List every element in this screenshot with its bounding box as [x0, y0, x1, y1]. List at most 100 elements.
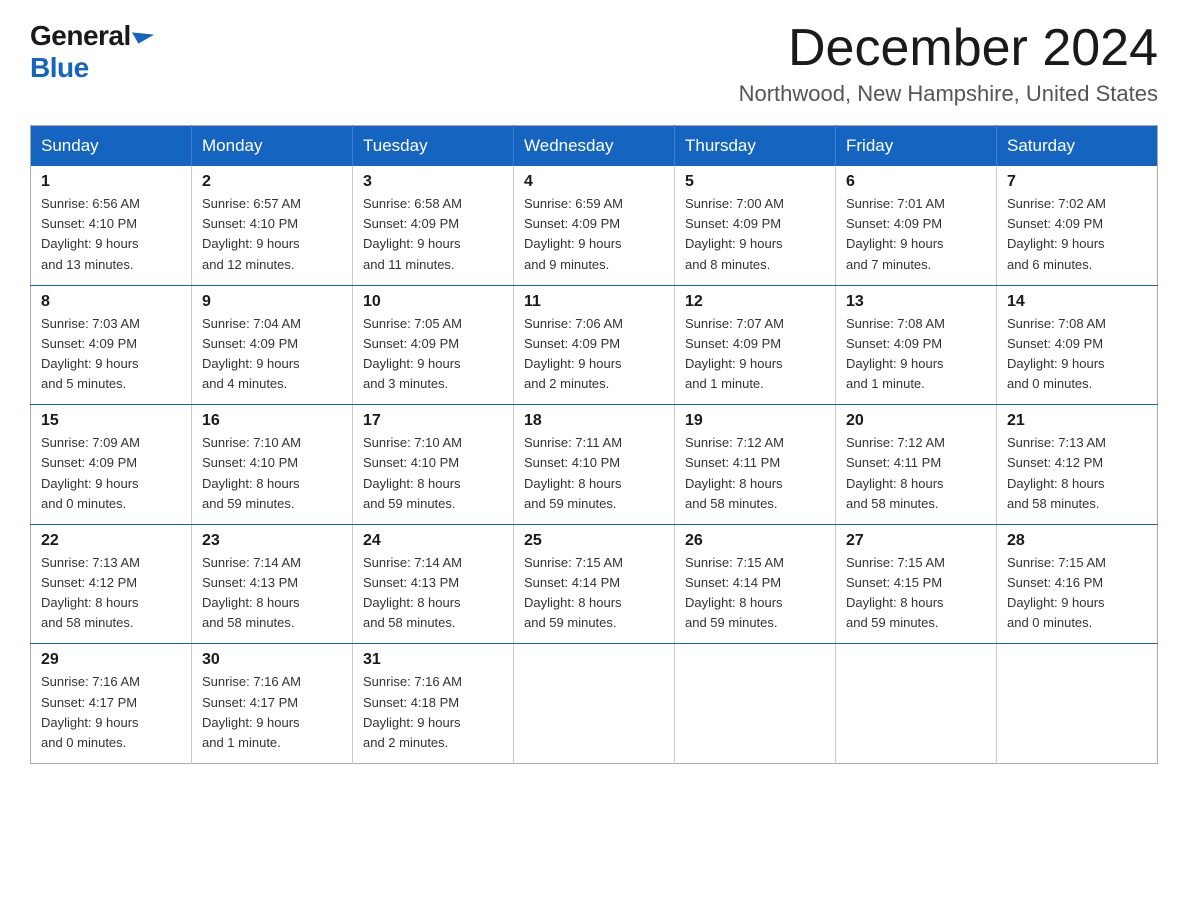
calendar-cell: 1 Sunrise: 6:56 AMSunset: 4:10 PMDayligh…: [31, 166, 192, 285]
day-number: 5: [685, 173, 825, 191]
logo-blue-text: Blue: [30, 52, 89, 84]
day-info: Sunrise: 7:13 AMSunset: 4:12 PMDaylight:…: [41, 553, 181, 634]
calendar-cell: 4 Sunrise: 6:59 AMSunset: 4:09 PMDayligh…: [514, 166, 675, 285]
day-number: 20: [846, 412, 986, 430]
day-number: 18: [524, 412, 664, 430]
day-number: 14: [1007, 293, 1147, 311]
day-info: Sunrise: 7:15 AMSunset: 4:14 PMDaylight:…: [685, 553, 825, 634]
week-row-4: 22 Sunrise: 7:13 AMSunset: 4:12 PMDaylig…: [31, 524, 1158, 644]
day-info: Sunrise: 7:03 AMSunset: 4:09 PMDaylight:…: [41, 314, 181, 395]
calendar-cell: 23 Sunrise: 7:14 AMSunset: 4:13 PMDaylig…: [192, 524, 353, 644]
calendar-table: SundayMondayTuesdayWednesdayThursdayFrid…: [30, 125, 1158, 764]
header-sunday: Sunday: [31, 126, 192, 167]
day-info: Sunrise: 7:02 AMSunset: 4:09 PMDaylight:…: [1007, 194, 1147, 275]
day-info: Sunrise: 7:00 AMSunset: 4:09 PMDaylight:…: [685, 194, 825, 275]
day-number: 15: [41, 412, 181, 430]
day-info: Sunrise: 6:59 AMSunset: 4:09 PMDaylight:…: [524, 194, 664, 275]
day-number: 25: [524, 532, 664, 550]
day-number: 30: [202, 651, 342, 669]
logo: General Blue: [30, 20, 152, 84]
calendar-cell: 26 Sunrise: 7:15 AMSunset: 4:14 PMDaylig…: [675, 524, 836, 644]
calendar-header: SundayMondayTuesdayWednesdayThursdayFrid…: [31, 126, 1158, 167]
day-info: Sunrise: 7:13 AMSunset: 4:12 PMDaylight:…: [1007, 433, 1147, 514]
week-row-2: 8 Sunrise: 7:03 AMSunset: 4:09 PMDayligh…: [31, 285, 1158, 405]
header-wednesday: Wednesday: [514, 126, 675, 167]
calendar-cell: 19 Sunrise: 7:12 AMSunset: 4:11 PMDaylig…: [675, 405, 836, 525]
day-number: 26: [685, 532, 825, 550]
calendar-cell: 16 Sunrise: 7:10 AMSunset: 4:10 PMDaylig…: [192, 405, 353, 525]
day-number: 29: [41, 651, 181, 669]
week-row-1: 1 Sunrise: 6:56 AMSunset: 4:10 PMDayligh…: [31, 166, 1158, 285]
header-saturday: Saturday: [997, 126, 1158, 167]
calendar-cell: [836, 644, 997, 764]
logo-general-text: General: [30, 20, 131, 52]
day-info: Sunrise: 7:14 AMSunset: 4:13 PMDaylight:…: [202, 553, 342, 634]
day-info: Sunrise: 7:10 AMSunset: 4:10 PMDaylight:…: [202, 433, 342, 514]
calendar-cell: 29 Sunrise: 7:16 AMSunset: 4:17 PMDaylig…: [31, 644, 192, 764]
day-number: 13: [846, 293, 986, 311]
header-row: SundayMondayTuesdayWednesdayThursdayFrid…: [31, 126, 1158, 167]
day-info: Sunrise: 7:16 AMSunset: 4:17 PMDaylight:…: [41, 672, 181, 753]
day-info: Sunrise: 7:11 AMSunset: 4:10 PMDaylight:…: [524, 433, 664, 514]
calendar-cell: 5 Sunrise: 7:00 AMSunset: 4:09 PMDayligh…: [675, 166, 836, 285]
day-number: 3: [363, 173, 503, 191]
calendar-cell: 21 Sunrise: 7:13 AMSunset: 4:12 PMDaylig…: [997, 405, 1158, 525]
day-info: Sunrise: 7:01 AMSunset: 4:09 PMDaylight:…: [846, 194, 986, 275]
day-number: 6: [846, 173, 986, 191]
day-number: 27: [846, 532, 986, 550]
calendar-cell: 8 Sunrise: 7:03 AMSunset: 4:09 PMDayligh…: [31, 285, 192, 405]
day-info: Sunrise: 7:16 AMSunset: 4:18 PMDaylight:…: [363, 672, 503, 753]
day-number: 19: [685, 412, 825, 430]
day-info: Sunrise: 7:10 AMSunset: 4:10 PMDaylight:…: [363, 433, 503, 514]
header-monday: Monday: [192, 126, 353, 167]
calendar-cell: 11 Sunrise: 7:06 AMSunset: 4:09 PMDaylig…: [514, 285, 675, 405]
day-info: Sunrise: 7:08 AMSunset: 4:09 PMDaylight:…: [846, 314, 986, 395]
week-row-5: 29 Sunrise: 7:16 AMSunset: 4:17 PMDaylig…: [31, 644, 1158, 764]
day-number: 31: [363, 651, 503, 669]
calendar-cell: 12 Sunrise: 7:07 AMSunset: 4:09 PMDaylig…: [675, 285, 836, 405]
day-info: Sunrise: 7:09 AMSunset: 4:09 PMDaylight:…: [41, 433, 181, 514]
day-number: 2: [202, 173, 342, 191]
day-number: 7: [1007, 173, 1147, 191]
day-number: 12: [685, 293, 825, 311]
calendar-cell: 6 Sunrise: 7:01 AMSunset: 4:09 PMDayligh…: [836, 166, 997, 285]
calendar-cell: 7 Sunrise: 7:02 AMSunset: 4:09 PMDayligh…: [997, 166, 1158, 285]
day-info: Sunrise: 6:56 AMSunset: 4:10 PMDaylight:…: [41, 194, 181, 275]
day-number: 17: [363, 412, 503, 430]
day-number: 11: [524, 293, 664, 311]
day-info: Sunrise: 7:08 AMSunset: 4:09 PMDaylight:…: [1007, 314, 1147, 395]
calendar-cell: 9 Sunrise: 7:04 AMSunset: 4:09 PMDayligh…: [192, 285, 353, 405]
calendar-cell: [514, 644, 675, 764]
day-info: Sunrise: 7:05 AMSunset: 4:09 PMDaylight:…: [363, 314, 503, 395]
calendar-cell: 3 Sunrise: 6:58 AMSunset: 4:09 PMDayligh…: [353, 166, 514, 285]
calendar-cell: 30 Sunrise: 7:16 AMSunset: 4:17 PMDaylig…: [192, 644, 353, 764]
day-info: Sunrise: 7:16 AMSunset: 4:17 PMDaylight:…: [202, 672, 342, 753]
page-header: General Blue December 2024 Northwood, Ne…: [30, 20, 1158, 107]
day-info: Sunrise: 6:58 AMSunset: 4:09 PMDaylight:…: [363, 194, 503, 275]
calendar-cell: 27 Sunrise: 7:15 AMSunset: 4:15 PMDaylig…: [836, 524, 997, 644]
calendar-cell: [675, 644, 836, 764]
header-thursday: Thursday: [675, 126, 836, 167]
day-number: 10: [363, 293, 503, 311]
calendar-cell: 10 Sunrise: 7:05 AMSunset: 4:09 PMDaylig…: [353, 285, 514, 405]
calendar-cell: 28 Sunrise: 7:15 AMSunset: 4:16 PMDaylig…: [997, 524, 1158, 644]
week-row-3: 15 Sunrise: 7:09 AMSunset: 4:09 PMDaylig…: [31, 405, 1158, 525]
calendar-cell: 15 Sunrise: 7:09 AMSunset: 4:09 PMDaylig…: [31, 405, 192, 525]
calendar-cell: 14 Sunrise: 7:08 AMSunset: 4:09 PMDaylig…: [997, 285, 1158, 405]
location-text: Northwood, New Hampshire, United States: [739, 81, 1158, 107]
calendar-cell: 24 Sunrise: 7:14 AMSunset: 4:13 PMDaylig…: [353, 524, 514, 644]
day-number: 9: [202, 293, 342, 311]
day-info: Sunrise: 7:07 AMSunset: 4:09 PMDaylight:…: [685, 314, 825, 395]
header-tuesday: Tuesday: [353, 126, 514, 167]
day-info: Sunrise: 7:15 AMSunset: 4:16 PMDaylight:…: [1007, 553, 1147, 634]
calendar-cell: 17 Sunrise: 7:10 AMSunset: 4:10 PMDaylig…: [353, 405, 514, 525]
calendar-cell: [997, 644, 1158, 764]
day-number: 1: [41, 173, 181, 191]
day-info: Sunrise: 7:12 AMSunset: 4:11 PMDaylight:…: [685, 433, 825, 514]
day-info: Sunrise: 6:57 AMSunset: 4:10 PMDaylight:…: [202, 194, 342, 275]
day-info: Sunrise: 7:06 AMSunset: 4:09 PMDaylight:…: [524, 314, 664, 395]
calendar-cell: 20 Sunrise: 7:12 AMSunset: 4:11 PMDaylig…: [836, 405, 997, 525]
title-block: December 2024 Northwood, New Hampshire, …: [739, 20, 1158, 107]
day-number: 24: [363, 532, 503, 550]
day-info: Sunrise: 7:15 AMSunset: 4:15 PMDaylight:…: [846, 553, 986, 634]
